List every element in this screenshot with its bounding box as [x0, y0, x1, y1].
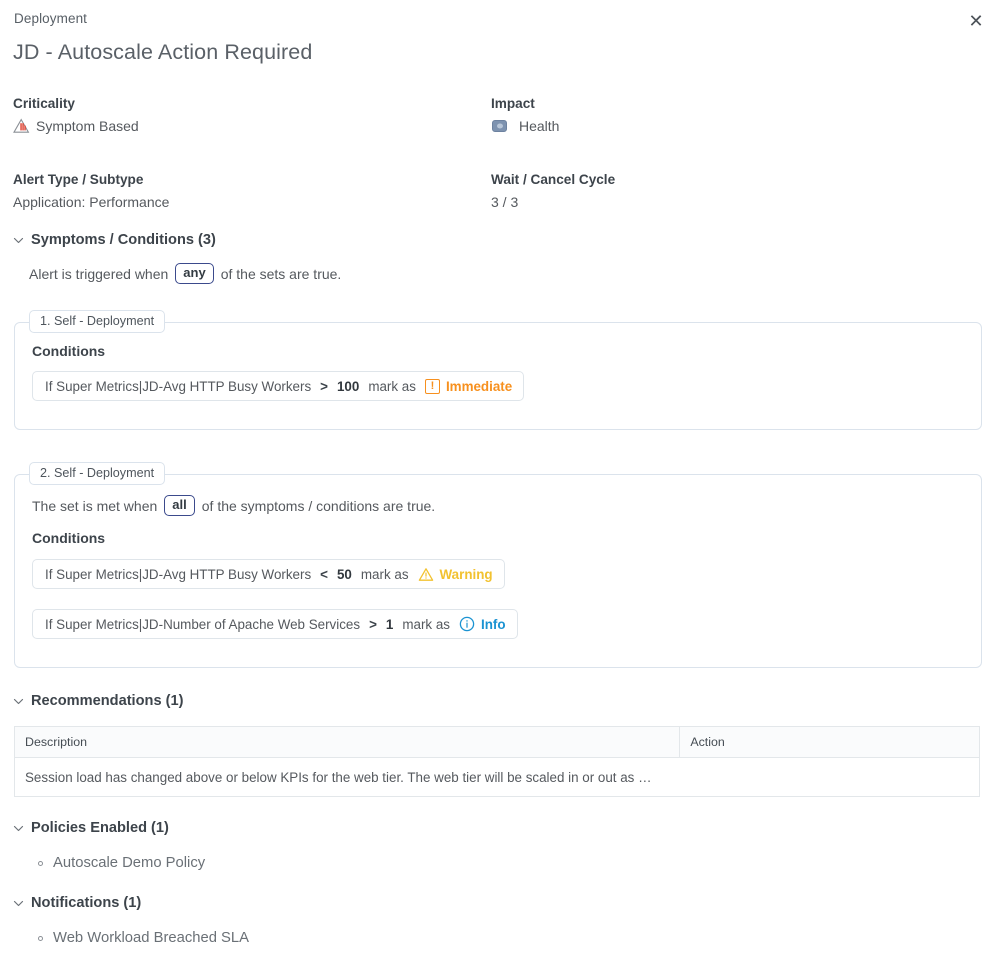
wait-cancel-label: Wait / Cancel Cycle — [491, 172, 616, 187]
conditions-title: Conditions — [32, 530, 106, 546]
alert-meta-grid: Criticality Symptom Based Impact Health … — [13, 96, 973, 210]
severity-badge-immediate: ! Immediate — [424, 378, 513, 394]
section-notifications-title: Notifications (1) — [31, 895, 142, 911]
severity-label: Info — [480, 616, 506, 632]
condition-markas-label: mark as — [360, 566, 409, 582]
severity-label: Immediate — [445, 378, 513, 394]
condition-metric: If Super Metrics|JD-Number of Apache Web… — [45, 616, 361, 632]
page-title: JD - Autoscale Action Required — [13, 40, 313, 64]
criticality-block: Criticality Symptom Based — [13, 96, 491, 134]
condition-value: 50 — [336, 566, 352, 582]
set-rule-operator-pill[interactable]: all — [164, 495, 195, 516]
policies-list: Autoscale Demo Policy — [13, 851, 205, 875]
column-header-action[interactable]: Action — [679, 727, 979, 757]
impact-block: Impact Health — [491, 96, 969, 134]
column-header-description[interactable]: Description — [15, 727, 679, 757]
trigger-suffix: of the sets are true. — [220, 265, 342, 282]
section-recommendations[interactable]: Recommendations (1) — [13, 693, 183, 709]
alert-type-label: Alert Type / Subtype — [13, 172, 144, 187]
condition-markas-label: mark as — [402, 616, 450, 632]
bullet-icon — [38, 935, 43, 941]
notifications-list: Web Workload Breached SLA — [13, 926, 249, 950]
chevron-down-icon — [13, 696, 24, 707]
condition-value: 100 — [336, 378, 360, 394]
wait-cancel-block: Wait / Cancel Cycle 3 / 3 — [491, 172, 969, 210]
criticality-value-row: Symptom Based — [13, 118, 491, 134]
severity-badge-info: Info — [459, 616, 506, 632]
impact-value: Health — [519, 118, 560, 134]
condition-operator: > — [369, 616, 377, 632]
notification-name: Web Workload Breached SLA — [53, 930, 250, 946]
alert-type-block: Alert Type / Subtype Application: Perfor… — [13, 172, 491, 210]
health-icon — [492, 120, 507, 132]
immediate-icon: ! — [424, 378, 440, 394]
condition-operator: > — [320, 378, 328, 394]
close-icon[interactable]: ✕ — [965, 10, 987, 32]
table-row[interactable]: Session load has changed above or below … — [15, 758, 979, 796]
alert-type-value: Application: Performance — [13, 194, 170, 210]
set-rule-line: The set is met when all of the symptoms … — [32, 495, 435, 516]
alert-definition-panel: Deployment ✕ JD - Autoscale Action Requi… — [0, 0, 999, 975]
wait-cancel-value: 3 / 3 — [491, 194, 519, 210]
impact-label: Impact — [491, 96, 535, 111]
policy-name: Autoscale Demo Policy — [53, 855, 206, 871]
condition-set-2-legend: 2. Self - Deployment — [29, 462, 166, 485]
condition-set-1-legend: 1. Self - Deployment — [29, 310, 166, 333]
severity-label: Warning — [439, 566, 493, 582]
bullet-icon — [38, 860, 43, 866]
section-recommendations-title: Recommendations (1) — [31, 693, 184, 709]
info-circle-icon — [459, 616, 475, 632]
list-item[interactable]: Autoscale Demo Policy — [13, 851, 205, 875]
severity-badge-warning: Warning — [418, 567, 493, 582]
condition-row[interactable]: If Super Metrics|JD-Avg HTTP Busy Worker… — [32, 371, 525, 401]
table-header-row: Description Action — [15, 727, 979, 758]
criticality-label: Criticality — [13, 96, 75, 111]
section-notifications[interactable]: Notifications (1) — [13, 895, 141, 911]
condition-markas-label: mark as — [368, 378, 416, 394]
impact-value-row: Health — [491, 118, 969, 134]
condition-set-1: 1. Self - Deployment Conditions If Super… — [14, 310, 982, 430]
chevron-down-icon — [13, 898, 24, 909]
condition-row[interactable]: If Super Metrics|JD-Avg HTTP Busy Worker… — [32, 559, 505, 589]
trigger-prefix: Alert is triggered when — [29, 265, 169, 282]
trigger-operator-pill[interactable]: any — [175, 263, 214, 284]
trigger-rule-line: Alert is triggered when any of the sets … — [29, 263, 341, 284]
condition-metric: If Super Metrics|JD-Avg HTTP Busy Worker… — [45, 566, 312, 582]
condition-set-2: 2. Self - Deployment The set is met when… — [14, 462, 982, 668]
symptom-based-triangle-icon — [13, 118, 30, 134]
breadcrumb: Deployment — [14, 11, 88, 26]
condition-operator: < — [320, 566, 328, 582]
set-rule-suffix: of the symptoms / conditions are true. — [201, 497, 436, 514]
section-symptoms-conditions[interactable]: Symptoms / Conditions (3) — [13, 232, 216, 248]
section-policies-enabled[interactable]: Policies Enabled (1) — [13, 820, 169, 836]
criticality-value: Symptom Based — [36, 118, 139, 134]
condition-metric: If Super Metrics|JD-Avg HTTP Busy Worker… — [45, 378, 312, 394]
conditions-title: Conditions — [32, 343, 106, 359]
list-item[interactable]: Web Workload Breached SLA — [13, 926, 249, 950]
section-symptoms-title: Symptoms / Conditions (3) — [31, 232, 216, 248]
warning-triangle-icon — [418, 567, 434, 582]
recommendations-table: Description Action Session load has chan… — [14, 726, 980, 797]
chevron-down-icon — [13, 235, 24, 246]
set-rule-prefix: The set is met when — [32, 497, 158, 514]
condition-value: 1 — [385, 616, 394, 632]
condition-row[interactable]: If Super Metrics|JD-Number of Apache Web… — [32, 609, 518, 639]
cell-description: Session load has changed above or below … — [25, 769, 652, 785]
chevron-down-icon — [13, 823, 24, 834]
section-policies-title: Policies Enabled (1) — [31, 820, 169, 836]
